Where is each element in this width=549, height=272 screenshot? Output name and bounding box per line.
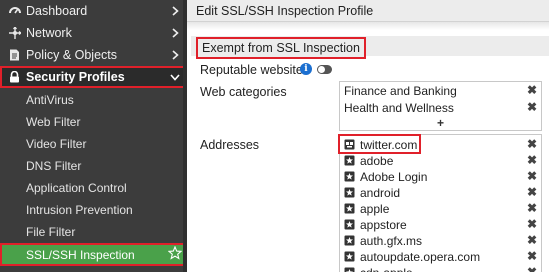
remove-icon[interactable]: ✖	[527, 170, 537, 182]
remove-icon[interactable]: ✖	[527, 266, 537, 272]
remove-icon[interactable]: ✖	[527, 202, 537, 214]
address-icon	[344, 171, 355, 182]
address-highlight	[338, 134, 421, 154]
page-title: Edit SSL/SSH Inspection Profile	[196, 4, 374, 18]
sidebar-item-application-control[interactable]: Application Control	[0, 177, 187, 199]
address-icon	[344, 187, 355, 198]
sidebar-item-label: DNS Filter	[26, 159, 82, 173]
dashboard-icon	[8, 5, 21, 18]
list-item: Adobe Login ✖	[340, 169, 541, 185]
policy-icon	[8, 49, 21, 62]
address-name: appstore	[360, 218, 407, 232]
address-name: apple	[360, 202, 390, 216]
list-item: autoupdate.opera.com ✖	[340, 249, 541, 265]
chevron-down-icon	[170, 71, 180, 83]
sidebar-item-label: Security Profiles	[26, 70, 125, 84]
sidebar-item-network[interactable]: Network	[0, 22, 187, 44]
sidebar-item-label: Dashboard	[26, 4, 88, 18]
section-header: Exempt from SSL Inspection	[191, 36, 549, 59]
sidebar-item-dashboard[interactable]: Dashboard	[0, 0, 187, 22]
chevron-right-icon	[170, 5, 180, 17]
sidebar-item-video-filter[interactable]: Video Filter	[0, 133, 187, 155]
header-shadow	[187, 22, 549, 30]
addresses-list: twitter.com ✖ adobe ✖ Adobe Login ✖ andr…	[339, 134, 542, 272]
list-item: appstore ✖	[340, 217, 541, 233]
sidebar-item-web-filter[interactable]: Web Filter	[0, 111, 187, 133]
remove-icon[interactable]: ✖	[527, 84, 537, 96]
address-name: Adobe Login	[360, 170, 428, 184]
sidebar-item-label: Application Control	[26, 181, 127, 195]
add-web-category-button[interactable]: +	[340, 116, 541, 130]
sidebar-item-label: Policy & Objects	[26, 48, 118, 62]
remove-icon[interactable]: ✖	[527, 250, 537, 262]
chevron-right-icon	[170, 27, 180, 39]
main-panel: Edit SSL/SSH Inspection Profile Exempt f…	[187, 0, 549, 272]
list-item: cdn-apple ✖	[340, 265, 541, 272]
reputable-websites-label: Reputable websites	[200, 63, 310, 77]
sidebar: Dashboard Network Policy & Objects Secur…	[0, 0, 187, 272]
address-icon	[344, 155, 355, 166]
addresses-label: Addresses	[200, 138, 260, 152]
sidebar-item-file-filter[interactable]: File Filter	[0, 221, 187, 243]
sidebar-item-label: AntiVirus	[26, 93, 74, 107]
list-item: Health and Wellness ✖	[340, 100, 541, 116]
list-item: apple ✖	[340, 201, 541, 217]
address-name: android	[360, 186, 401, 200]
sidebar-item-intrusion-prevention[interactable]: Intrusion Prevention	[0, 199, 187, 221]
reputable-websites-toggle[interactable]	[317, 65, 332, 74]
remove-icon[interactable]: ✖	[527, 101, 537, 113]
toggle-knob	[318, 66, 325, 73]
sidebar-item-label: SSL/SSH Inspection	[26, 247, 135, 262]
list-item: android ✖	[340, 185, 541, 201]
chevron-right-icon	[170, 49, 180, 61]
address-icon	[344, 219, 355, 230]
sidebar-item-policy-objects[interactable]: Policy & Objects	[0, 44, 187, 66]
list-item: Finance and Banking ✖	[340, 83, 541, 99]
list-item: adobe ✖	[340, 153, 541, 169]
list-item: auth.gfx.ms ✖	[340, 233, 541, 249]
lock-icon	[8, 71, 21, 84]
sidebar-item-label: Video Filter	[26, 137, 87, 151]
sidebar-item-dns-filter[interactable]: DNS Filter	[0, 155, 187, 177]
sidebar-item-label: File Filter	[26, 225, 76, 239]
info-icon[interactable]: i	[300, 63, 312, 75]
web-categories-list: Finance and Banking ✖ Health and Wellnes…	[339, 81, 542, 131]
sidebar-item-label: Web Filter	[26, 115, 81, 129]
remove-icon[interactable]: ✖	[527, 218, 537, 230]
star-icon[interactable]	[167, 245, 183, 260]
sidebar-item-label: Intrusion Prevention	[26, 203, 133, 217]
sidebar-item-antivirus[interactable]: AntiVirus	[0, 89, 187, 111]
address-icon	[344, 251, 355, 262]
address-icon	[344, 235, 355, 246]
page-header: Edit SSL/SSH Inspection Profile	[187, 0, 549, 22]
remove-icon[interactable]: ✖	[527, 154, 537, 166]
web-category-name: Finance and Banking	[344, 84, 457, 98]
web-categories-label: Web categories	[200, 85, 287, 99]
remove-icon[interactable]: ✖	[527, 234, 537, 246]
web-category-name: Health and Wellness	[344, 101, 454, 115]
address-icon	[344, 267, 355, 272]
address-name: adobe	[360, 154, 394, 168]
address-name: autoupdate.opera.com	[360, 250, 481, 264]
remove-icon[interactable]: ✖	[527, 138, 537, 150]
sidebar-item-ssl-ssh-inspection[interactable]: SSL/SSH Inspection	[0, 243, 187, 266]
sidebar-item-label: Network	[26, 26, 72, 40]
remove-icon[interactable]: ✖	[527, 186, 537, 198]
section-title: Exempt from SSL Inspection	[196, 37, 366, 59]
sidebar-item-security-profiles[interactable]: Security Profiles	[0, 66, 187, 88]
network-icon	[8, 27, 21, 40]
address-icon	[344, 203, 355, 214]
address-name: cdn-apple	[360, 266, 413, 272]
address-name: auth.gfx.ms	[360, 234, 423, 248]
